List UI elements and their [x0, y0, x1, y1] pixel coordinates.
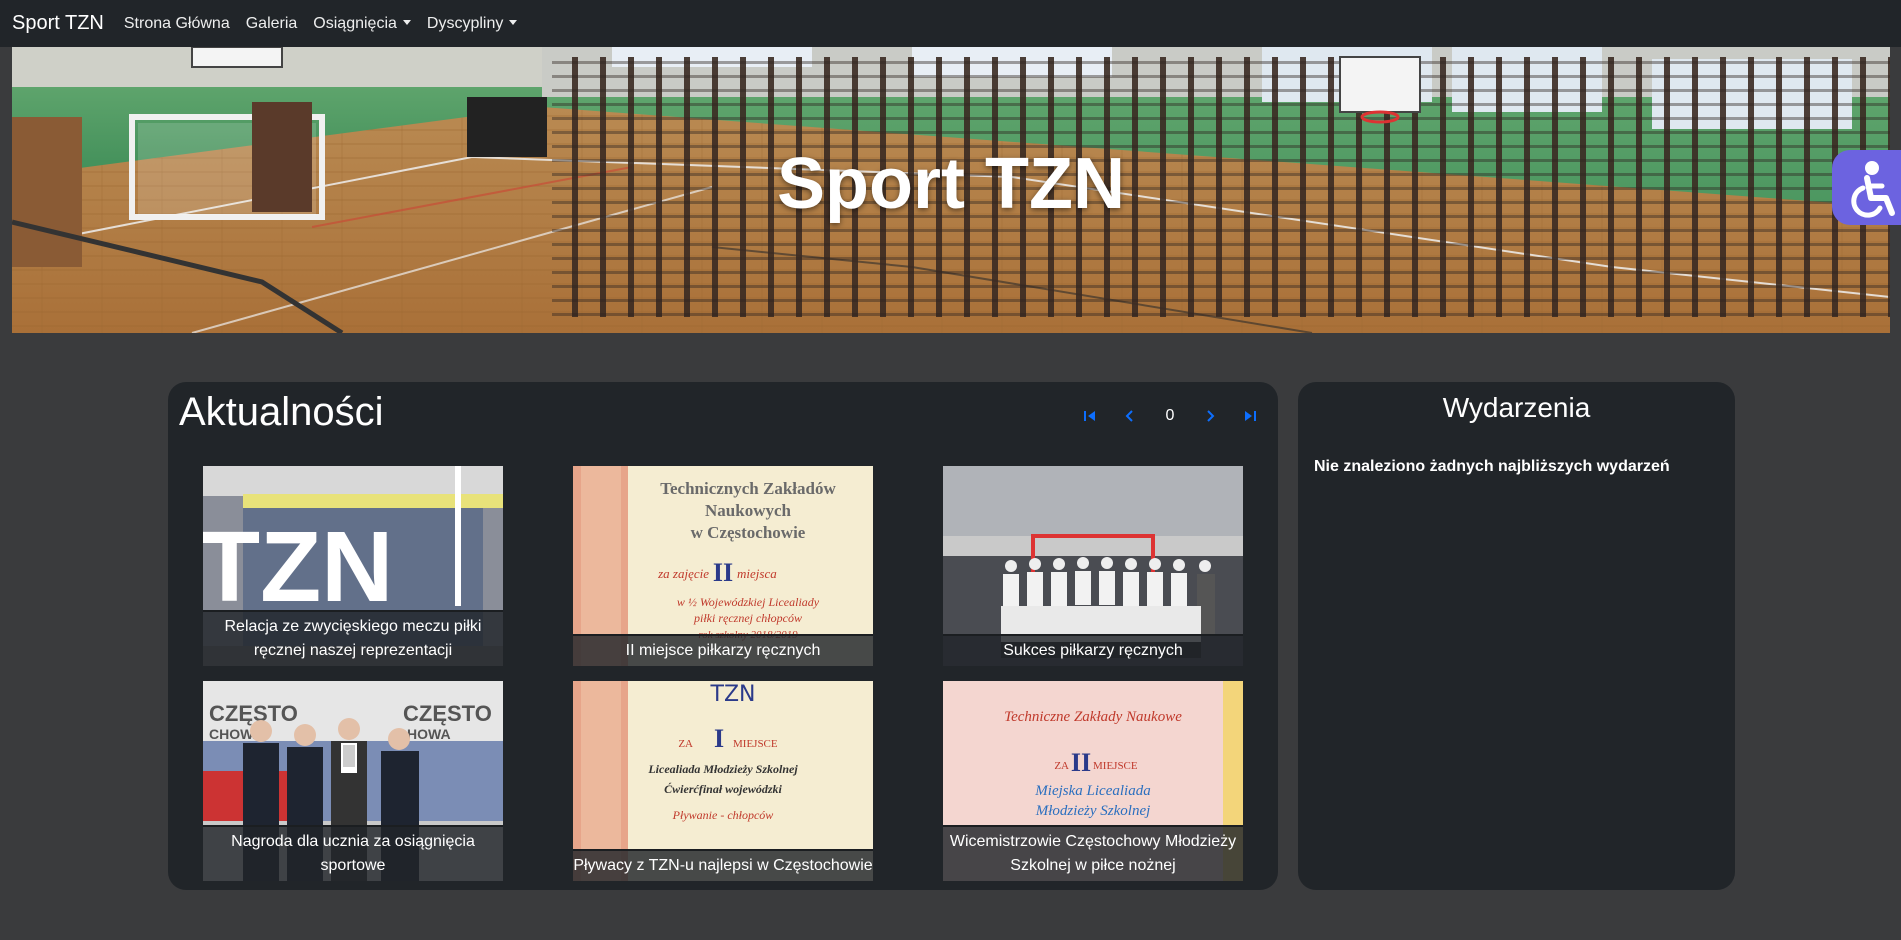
- svg-text:za zajęcie: za zajęcie: [657, 566, 709, 581]
- accessibility-button[interactable]: [1832, 150, 1901, 225]
- events-panel: Wydarzenia Nie znaleziono żadnych najbli…: [1298, 382, 1735, 890]
- svg-text:Młodzieży Szkolnej: Młodzieży Szkolnej: [1035, 803, 1151, 819]
- news-caption: Pływacy z TZN-u najlepsi w Częstochowie: [573, 849, 873, 881]
- last-page-icon: [1245, 411, 1256, 421]
- caret-down-icon: [402, 20, 411, 25]
- news-card[interactable]: TZN ZA I MIEJSCE Licealiada Młodzieży Sz…: [573, 681, 873, 881]
- events-empty-message: Nie znaleziono żadnych najbliższych wyda…: [1314, 458, 1670, 475]
- news-pager: 0: [1070, 401, 1270, 431]
- svg-text:MIEJSCE: MIEJSCE: [733, 738, 778, 750]
- news-card[interactable]: Technicznych Zakładów Naukowych w Często…: [573, 466, 873, 666]
- svg-text:w Częstochowie: w Częstochowie: [691, 523, 806, 542]
- svg-text:I: I: [714, 724, 724, 753]
- svg-text:TZN: TZN: [710, 682, 756, 707]
- news-caption: Nagroda dla ucznia za osiągnięcia sporto…: [203, 825, 503, 881]
- next-page-button[interactable]: [1190, 401, 1230, 431]
- news-caption: II miejsce piłkarzy ręcznych: [573, 634, 873, 666]
- page-number: 0: [1165, 407, 1175, 424]
- nav-item-galeria[interactable]: Galeria: [246, 15, 298, 33]
- svg-text:w ½ Wojewódzkiej Licealiady: w ½ Wojewódzkiej Licealiady: [677, 595, 820, 609]
- nav-item-strona-glowna[interactable]: Strona Główna: [124, 15, 230, 33]
- wheelchair-icon: [1851, 161, 1895, 218]
- svg-text:Naukowych: Naukowych: [705, 501, 792, 520]
- svg-text:II: II: [713, 558, 733, 587]
- news-panel: Aktualności 0 TZN Relacja ze zwycięskieg…: [168, 382, 1278, 890]
- prev-page-button[interactable]: [1110, 401, 1150, 431]
- svg-text:Licealiada Młodzieży Szkolnej: Licealiada Młodzieży Szkolnej: [647, 762, 798, 776]
- nav-dropdown-osiagniecia[interactable]: Osiągnięcia: [313, 15, 411, 33]
- news-caption: Sukces piłkarzy ręcznych: [943, 634, 1243, 666]
- hero-banner: Sport TZN: [12, 47, 1890, 333]
- navbar: Sport TZN Strona Główna Galeria Osiągnię…: [0, 0, 1901, 47]
- nav-item-label: Osiągnięcia: [313, 14, 397, 32]
- svg-text:CZĘSTO: CZĘSTO: [403, 701, 492, 726]
- svg-text:MIEJSCE: MIEJSCE: [1093, 760, 1138, 772]
- news-card[interactable]: Sukces piłkarzy ręcznych: [943, 466, 1243, 666]
- svg-text:II: II: [1071, 748, 1091, 777]
- news-caption: Wicemistrzowie Częstochowy Młodzieży Szk…: [943, 825, 1243, 881]
- svg-text:ZA: ZA: [1054, 760, 1069, 772]
- brand-link[interactable]: Sport TZN: [12, 12, 104, 35]
- nav-item-label: Dyscypliny: [426, 14, 504, 32]
- svg-text:Miejska Licealiada: Miejska Licealiada: [1034, 783, 1150, 799]
- svg-text:CZĘSTO: CZĘSTO: [209, 701, 298, 726]
- news-card[interactable]: TZN Relacja ze zwycięskiego meczu piłki …: [203, 466, 503, 666]
- hero-title: Sport TZN: [777, 144, 1125, 224]
- caret-down-icon: [509, 20, 518, 25]
- chevron-left-icon: [1125, 410, 1133, 422]
- nav-item-label: Galeria: [245, 14, 298, 32]
- news-card[interactable]: Techniczne Zakłady Naukowe ZA II MIEJSCE…: [943, 681, 1243, 881]
- svg-text:Techniczne Zakłady Naukowe: Techniczne Zakłady Naukowe: [1004, 709, 1182, 725]
- svg-text:TZN: TZN: [203, 511, 393, 623]
- news-card[interactable]: CZĘSTO CHOWA CZĘSTO HOWA Nagroda dla ucz…: [203, 681, 503, 881]
- svg-text:piłki ręcznej chłopców: piłki ręcznej chłopców: [693, 611, 802, 625]
- first-page-button[interactable]: [1070, 401, 1110, 431]
- nav-item-label: Strona Główna: [123, 14, 230, 32]
- news-caption: Relacja ze zwycięskiego meczu piłki ręcz…: [203, 610, 503, 666]
- svg-text:Pływanie - chłopców: Pływanie - chłopców: [672, 808, 774, 822]
- svg-text:Ćwierćfinał wojewódzki: Ćwierćfinał wojewódzki: [664, 782, 782, 796]
- last-page-button[interactable]: [1230, 401, 1270, 431]
- svg-text:ZA: ZA: [678, 738, 693, 750]
- events-title: Wydarzenia: [1442, 392, 1591, 423]
- nav-links: Strona Główna Galeria Osiągnięcia Dyscyp…: [124, 15, 534, 33]
- svg-text:miejsca: miejsca: [737, 566, 777, 581]
- chevron-right-icon: [1207, 410, 1215, 422]
- nav-dropdown-dyscypliny[interactable]: Dyscypliny: [426, 14, 518, 33]
- first-page-icon: [1084, 411, 1095, 421]
- news-title: Aktualności: [179, 390, 384, 434]
- svg-text:HOWA: HOWA: [407, 726, 451, 742]
- svg-text:Technicznych Zakładów: Technicznych Zakładów: [660, 479, 836, 498]
